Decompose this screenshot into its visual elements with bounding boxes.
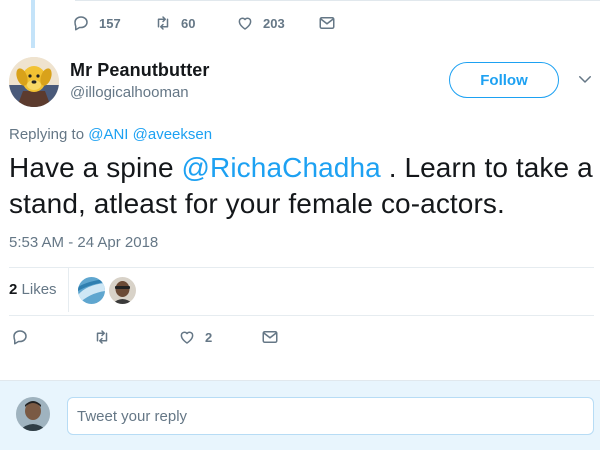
heart-icon <box>180 331 194 344</box>
divider <box>75 0 600 1</box>
direct-message-button[interactable] <box>318 14 336 32</box>
direct-message-button[interactable] <box>261 328 279 346</box>
retweet-count: 60 <box>181 15 196 31</box>
liker-avatar[interactable] <box>109 277 136 304</box>
retweet-icon <box>157 16 169 30</box>
tweet-timestamp[interactable]: 5:53 AM - 24 Apr 2018 <box>9 234 158 251</box>
author-handle[interactable]: @illogicalhooman <box>70 84 189 101</box>
retweet-button[interactable]: 60 <box>154 14 236 32</box>
replying-to-label: Replying to <box>9 126 85 143</box>
heart-icon <box>238 17 252 30</box>
divider <box>9 315 594 316</box>
likes-count: 2 <box>9 281 18 298</box>
retweet-button[interactable] <box>93 328 111 346</box>
current-user-avatar-image <box>16 397 50 431</box>
likes-stat[interactable]: 2 Likes <box>9 281 57 298</box>
reply-icon <box>74 16 88 31</box>
previous-tweet: 157 60 203 <box>0 0 600 48</box>
reply-count: 157 <box>99 15 121 31</box>
like-count: 203 <box>263 15 285 31</box>
reply-input[interactable] <box>67 397 594 435</box>
retweet-icon <box>96 330 108 344</box>
dog-avatar-image <box>9 57 59 107</box>
replying-to: Replying to @ANI @aveeksen <box>9 126 212 143</box>
like-button[interactable]: 203 <box>236 14 318 32</box>
envelope-icon <box>319 17 335 29</box>
likes-label: Likes <box>21 281 57 298</box>
like-count: 2 <box>205 329 213 345</box>
author-name[interactable]: Mr Peanutbutter <box>70 60 210 81</box>
divider <box>68 268 69 312</box>
liker-avatar[interactable] <box>78 277 105 304</box>
reply-button[interactable]: 157 <box>72 14 154 32</box>
thread-connector-line <box>31 0 35 48</box>
liker-avatar-image <box>109 277 136 304</box>
reply-icon <box>13 330 27 345</box>
author-avatar[interactable] <box>9 57 59 107</box>
mention-link[interactable]: @ANI <box>88 126 128 143</box>
follow-button[interactable]: Follow <box>449 62 559 98</box>
mention-link[interactable]: @RichaChadha <box>182 152 381 183</box>
chevron-down-icon[interactable] <box>576 70 594 88</box>
divider <box>9 267 594 268</box>
mention-link[interactable]: @aveeksen <box>133 126 212 143</box>
tweet-text: Have a spine @RichaChadha . Learn to tak… <box>9 150 594 222</box>
previous-tweet-actions: 157 60 203 <box>72 12 336 34</box>
tweet-text-part: Have a spine <box>9 152 182 183</box>
envelope-icon <box>262 331 278 343</box>
like-button[interactable]: 2 <box>178 328 212 346</box>
current-user-avatar[interactable] <box>16 397 50 431</box>
reply-button[interactable] <box>11 328 29 346</box>
liker-avatar-image <box>78 277 105 304</box>
